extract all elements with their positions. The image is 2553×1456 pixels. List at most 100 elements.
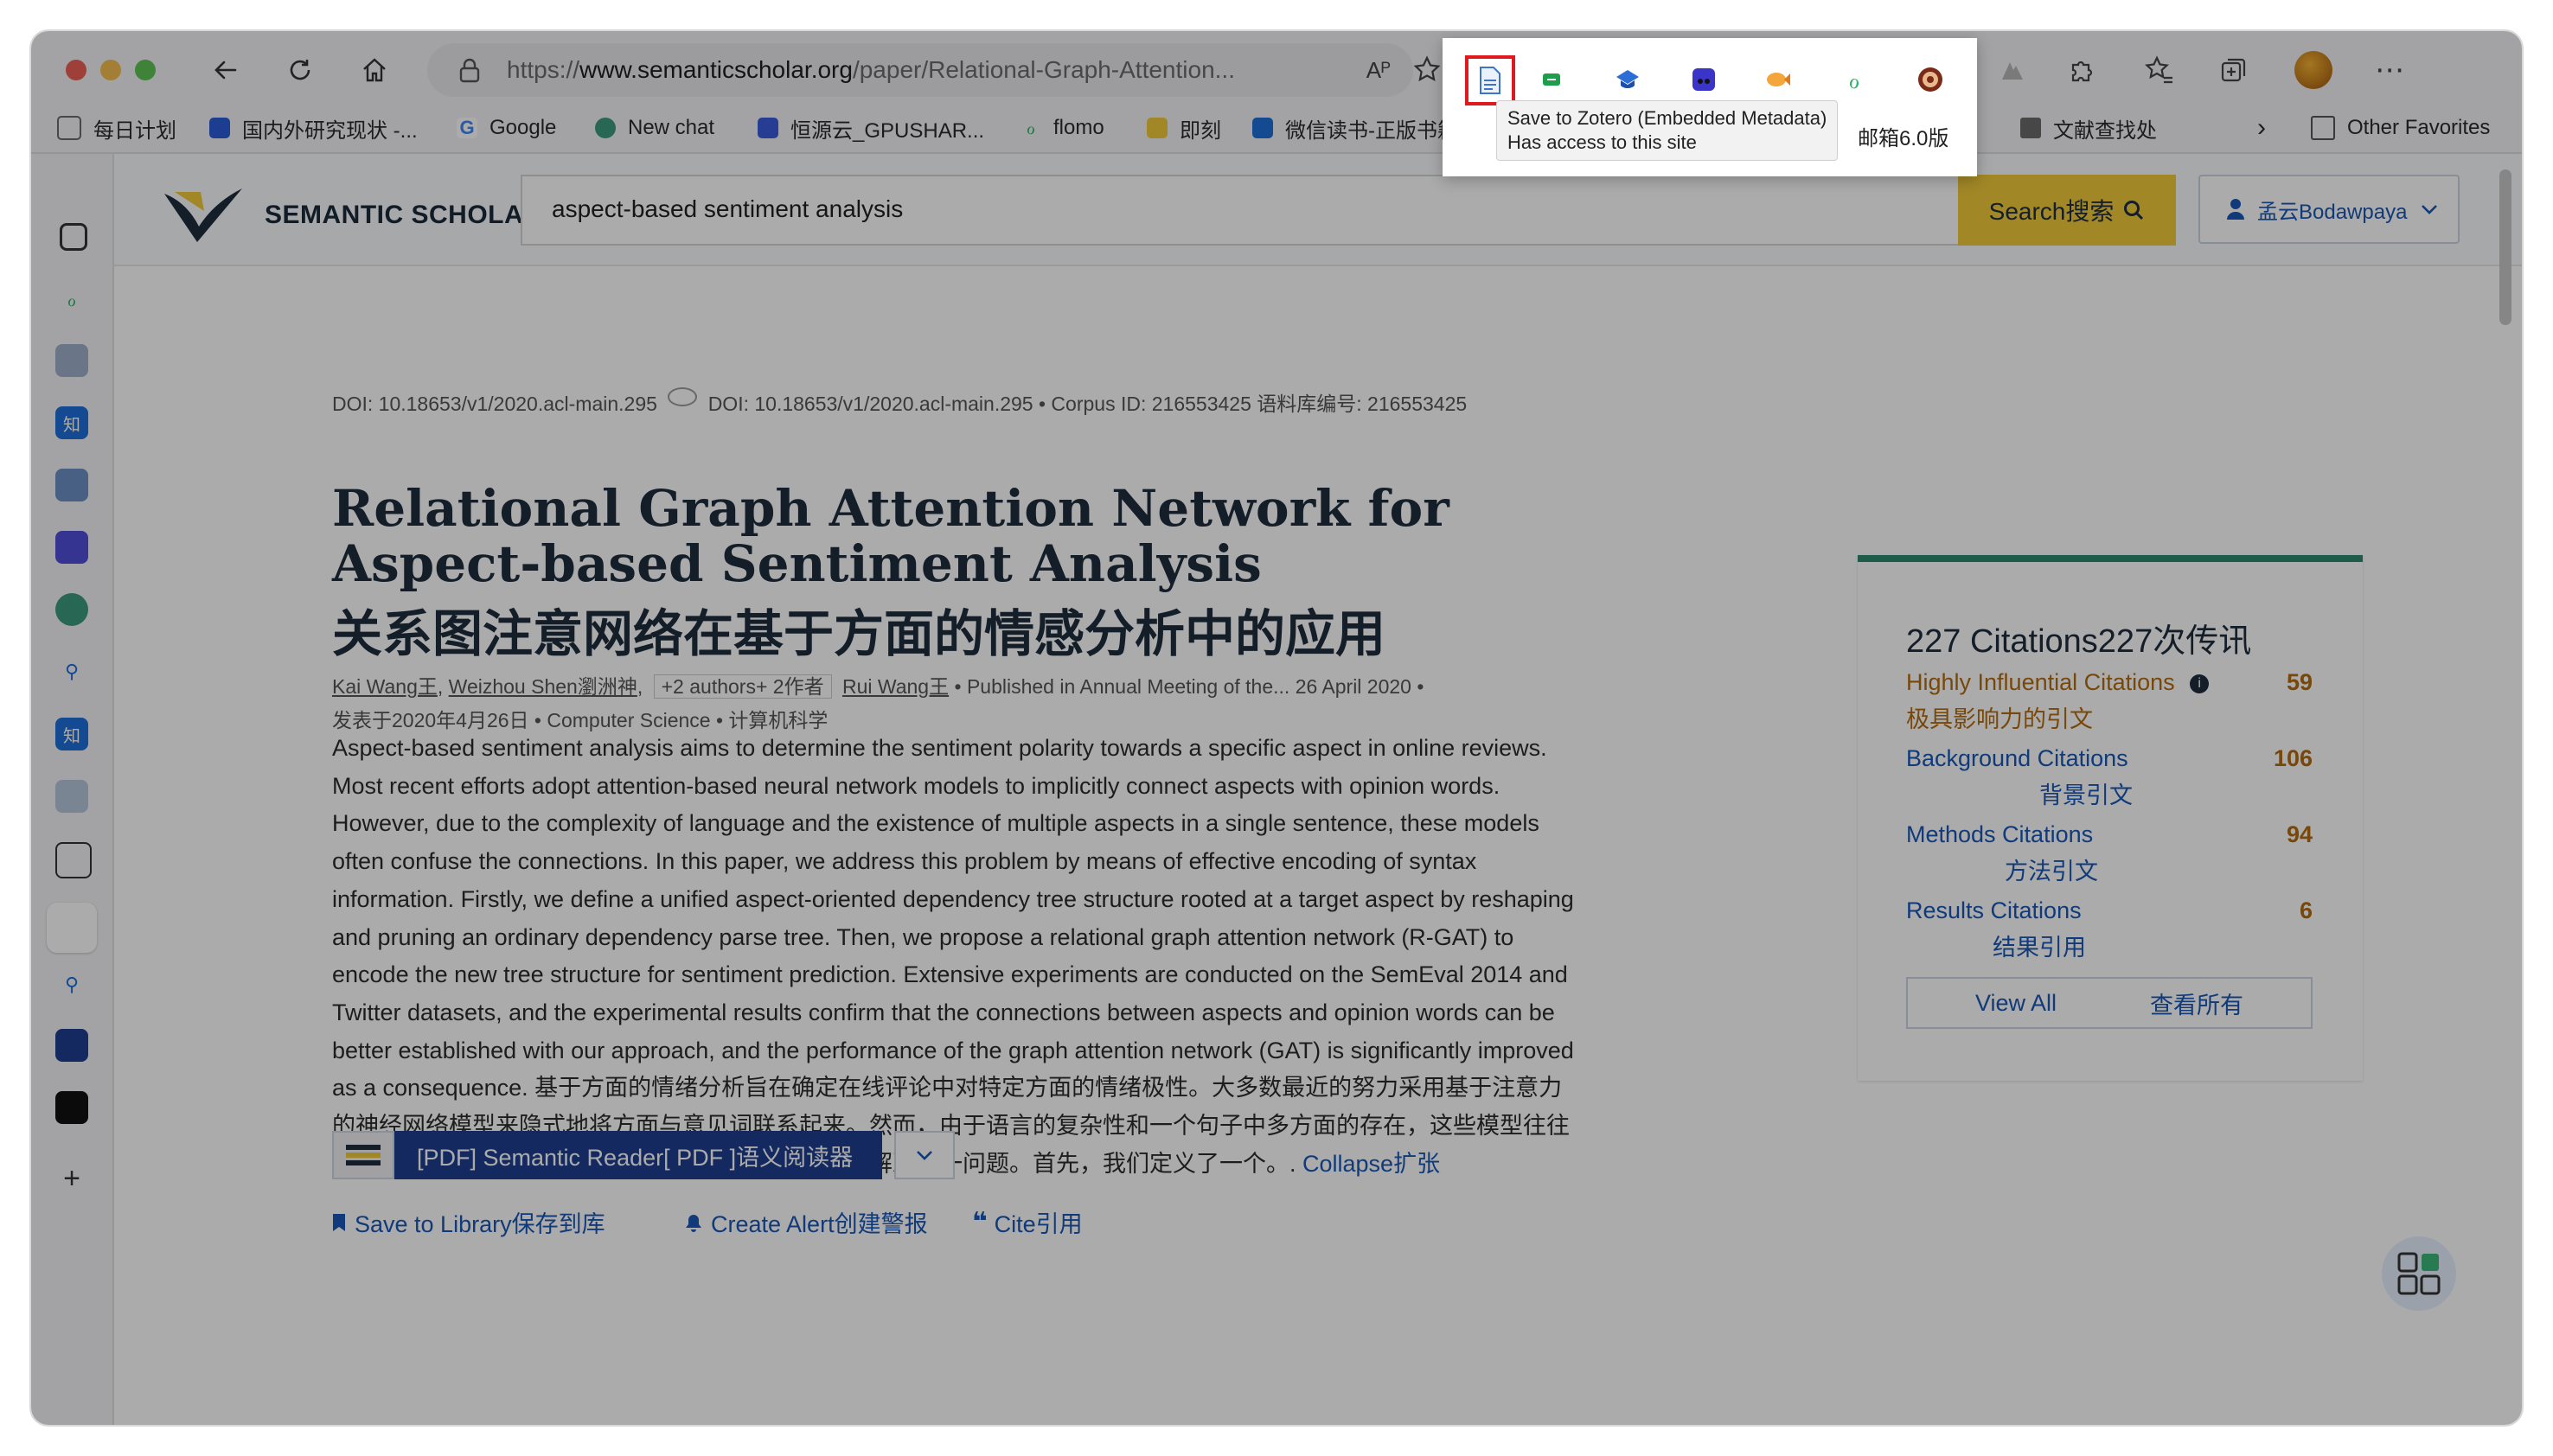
search-icon[interactable]: ⚲ <box>55 968 88 1001</box>
book-icon <box>57 116 81 140</box>
collections-icon <box>2221 58 2246 82</box>
quote-icon: ❝ <box>972 1208 988 1236</box>
grid-icon <box>2397 1252 2441 1295</box>
bookmark-item[interactable]: ℴ flomo <box>1021 114 1104 142</box>
chatgpt-icon[interactable] <box>55 593 88 626</box>
citation-row-influential[interactable]: Highly Influential Citations i 59 极具影响力的… <box>1906 664 2313 738</box>
puzzle-icon[interactable] <box>55 842 92 878</box>
chatgpt-icon <box>595 118 616 138</box>
semantic-scholar-logo-icon <box>164 188 242 242</box>
minimize-window-button[interactable] <box>100 60 121 80</box>
bookmark-item[interactable]: New chat <box>595 114 714 142</box>
puzzle-icon <box>2071 61 2093 82</box>
bookmark-item[interactable]: 每日计划 <box>57 114 176 143</box>
collapse-link[interactable]: Collapse扩张 <box>1302 1151 1440 1177</box>
add-icon[interactable]: + <box>55 1162 88 1195</box>
home-button[interactable] <box>353 48 396 92</box>
star-plus-icon <box>1413 55 1441 82</box>
extension-grey-button[interactable] <box>1991 48 2034 92</box>
app-icon[interactable] <box>55 531 88 564</box>
read-aloud-icon[interactable]: Aᴾ <box>1366 57 1391 84</box>
bookmark-item[interactable]: 文献查找处 <box>2020 114 2157 143</box>
save-to-library-button[interactable]: Save to Library保存到库 <box>332 1205 605 1239</box>
citation-row-results[interactable]: Results Citations 6 结果引用 <box>1906 892 2313 967</box>
abstract: Aspect-based sentiment analysis aims to … <box>332 730 1577 1183</box>
more-authors-button[interactable]: +2 authors+ 2作者 <box>653 674 832 699</box>
site-logo[interactable]: SEMANTIC SCHOLAR <box>163 185 542 246</box>
maximize-window-button[interactable] <box>135 60 156 80</box>
flomo-icon[interactable]: ℴ <box>55 284 88 316</box>
citation-row-methods[interactable]: Methods Citations 94 方法引文 <box>1906 816 2313 891</box>
extensions-button[interactable] <box>2060 48 2103 92</box>
bookmarks-overflow-button[interactable]: › <box>2257 113 2266 142</box>
bookmark-item[interactable]: G Google <box>457 114 556 142</box>
scholar-icon[interactable] <box>55 344 88 377</box>
profile-avatar[interactable] <box>2292 48 2335 92</box>
chevron-down-icon <box>917 1151 933 1160</box>
search-button[interactable]: Search搜索 <box>1958 175 2176 246</box>
create-alert-button[interactable]: Create Alert创建警报 <box>685 1205 928 1239</box>
close-window-button[interactable] <box>66 60 86 80</box>
search-icon[interactable]: ⚲ <box>55 655 88 688</box>
gpu-icon <box>758 118 778 138</box>
drop-icon[interactable] <box>55 469 88 501</box>
google-icon: G <box>457 117 477 138</box>
extension-flomo-button[interactable]: ℴ <box>1837 62 1872 97</box>
view-all-citations-button[interactable]: View All 查看所有 <box>1906 977 2313 1029</box>
mountain-icon <box>2002 62 2023 80</box>
paw-icon[interactable] <box>55 780 88 813</box>
jike-icon <box>1147 118 1168 138</box>
dark-app-icon[interactable] <box>55 1091 88 1124</box>
sidebar-rail: ℴ 知 ⚲ 知 ⚲ + <box>31 154 114 1425</box>
citation-row-background[interactable]: Background Citations 106 背景引文 <box>1906 740 2313 814</box>
user-menu-button[interactable]: 孟云Bodawpaya <box>2198 175 2460 244</box>
refresh-button[interactable] <box>278 48 322 92</box>
search-input[interactable]: aspect-based sentiment analysis <box>521 175 1963 246</box>
user-icon <box>2227 199 2244 220</box>
ellipsis-icon: ⋯ <box>2375 54 2404 86</box>
extension-scholar-button[interactable] <box>1610 62 1645 97</box>
doc-icon <box>209 118 230 138</box>
graduation-cap-icon <box>1616 70 1639 88</box>
favorites-button[interactable] <box>2138 48 2181 92</box>
paper-title-translation: 关系图注意网络在基于方面的情感分析中的应用 <box>332 604 1386 663</box>
reader-options-dropdown[interactable] <box>894 1131 956 1179</box>
author-link[interactable]: Weizhou Shen瀏洲神 <box>449 675 637 698</box>
bookmark-item[interactable]: 恒源云_GPUSHAR... <box>758 114 984 143</box>
bookmark-mail[interactable]: 邮箱6.0版 <box>1858 121 1948 151</box>
floating-apps-button[interactable] <box>2382 1236 2456 1311</box>
refresh-icon <box>290 60 310 80</box>
bookmark-item[interactable]: 国内外研究现状 -... <box>209 114 418 143</box>
reader-icon <box>332 1131 394 1179</box>
semantic-reader-button[interactable]: [PDF] Semantic Reader[ PDF ]语义阅读器 <box>394 1131 883 1179</box>
doi-line: DOI: 10.18653/v1/2020.acl-main.295 DOI: … <box>332 387 1467 417</box>
arrow-left-icon <box>214 61 237 80</box>
hat-icon[interactable] <box>55 1029 88 1062</box>
address-bar[interactable]: https://www.semanticscholar.org/paper/Re… <box>427 43 1413 97</box>
extension-flag-button[interactable] <box>1534 62 1569 97</box>
zhihu-icon[interactable]: 知 <box>55 406 88 439</box>
extension-robot-button[interactable] <box>1686 62 1721 97</box>
zotero-save-button[interactable] <box>1465 55 1515 105</box>
page-scrollbar[interactable] <box>2499 169 2511 325</box>
back-button[interactable] <box>204 48 247 92</box>
author-link[interactable]: Rui Wang王 <box>842 675 949 698</box>
chevron-down-icon <box>2422 205 2438 214</box>
sidebar-toggle-icon[interactable] <box>60 223 87 251</box>
other-favorites-folder[interactable]: Other Favorites <box>2311 114 2490 142</box>
folder-icon <box>2311 116 2335 140</box>
extension-coin-button[interactable] <box>1913 62 1948 97</box>
semantic-scholar-icon[interactable] <box>47 903 97 953</box>
lock-icon <box>459 58 480 83</box>
fish-icon <box>1767 73 1790 86</box>
bookmark-item[interactable]: 即刻 <box>1147 114 1221 143</box>
collections-button[interactable] <box>2212 48 2255 92</box>
cite-button[interactable]: ❝ Cite引用 <box>972 1205 1083 1239</box>
author-link[interactable]: Kai Wang王 <box>332 675 438 698</box>
extension-fish-button[interactable] <box>1761 62 1795 97</box>
more-menu-button[interactable]: ⋯ <box>2368 48 2411 92</box>
info-icon[interactable]: i <box>2190 674 2210 693</box>
paper-title: Relational Graph Attention Network for A… <box>332 479 1449 593</box>
zhihu-icon[interactable]: 知 <box>55 718 88 750</box>
flag-icon <box>1543 73 1560 86</box>
